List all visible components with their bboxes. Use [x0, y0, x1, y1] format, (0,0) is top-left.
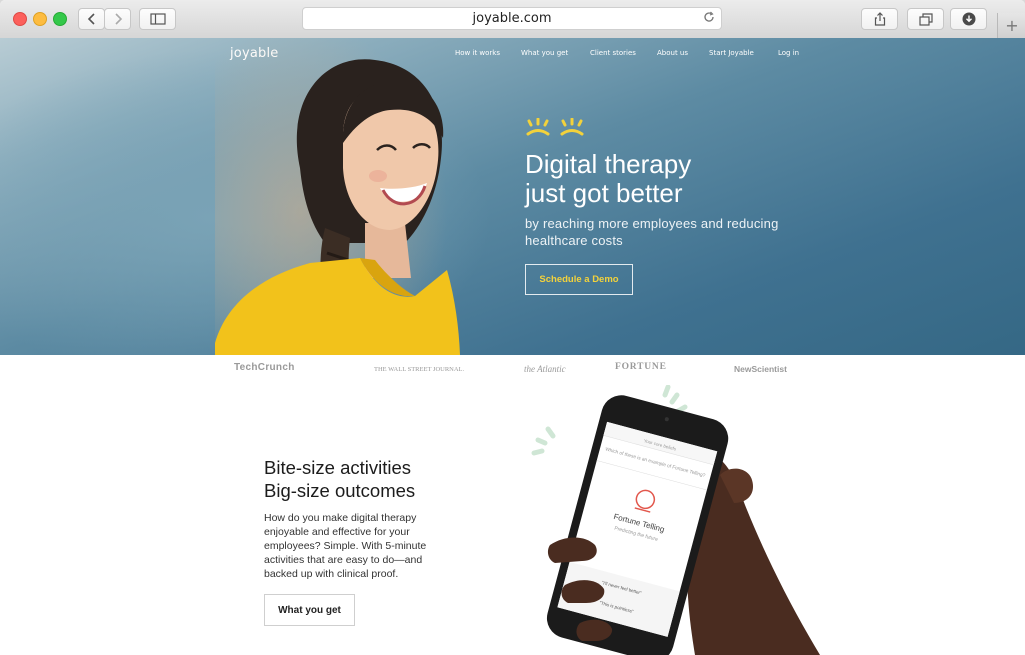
nav-about-us[interactable]: About us	[657, 49, 688, 57]
new-tab-button[interactable]: +	[997, 13, 1025, 38]
feature-title-line-1: Bite-size activities	[264, 457, 412, 478]
share-button[interactable]	[861, 8, 898, 30]
press-logo-fortune: FORTUNE	[615, 362, 667, 372]
hero-title: Digital therapy just got better	[525, 150, 691, 208]
hero-title-line-1: Digital therapy	[525, 149, 692, 179]
hero-subtitle: by reaching more employees and reducing …	[525, 215, 779, 249]
nav-start-joyable[interactable]: Start Joyable	[709, 49, 754, 57]
nav-what-you-get[interactable]: What you get	[521, 49, 568, 57]
nav-log-in[interactable]: Log in	[778, 49, 799, 57]
sidebar-icon	[149, 13, 166, 25]
feature-description-line: backed up with clinical proof.	[264, 568, 399, 580]
back-button[interactable]	[78, 8, 105, 30]
press-logo-newscientist: NewScientist	[734, 364, 787, 374]
reload-icon[interactable]	[703, 11, 715, 27]
share-icon	[874, 12, 885, 26]
schedule-demo-button[interactable]: Schedule a Demo	[525, 264, 633, 295]
feature-description-line: activities that are easy to do—and	[264, 554, 423, 566]
hero-title-line-2: just got better	[525, 178, 683, 208]
press-logo-the-atlantic: the Atlantic	[524, 364, 566, 374]
feature-title-line-2: Big-size outcomes	[264, 480, 416, 501]
tabs-icon	[918, 12, 933, 26]
hero-section: joyable How it works What you get Client…	[0, 38, 1025, 355]
sidebar-toggle-button[interactable]	[139, 8, 176, 30]
browser-toolbar: joyable.com +	[0, 0, 1025, 39]
phone-app-illustration: Your core beliefs Which of these is an e…	[531, 385, 820, 655]
zoom-window-button[interactable]	[53, 12, 67, 26]
press-logo-wsj: THE WALL STREET JOURNAL.	[374, 366, 465, 373]
minimize-window-button[interactable]	[33, 12, 47, 26]
hero-subtitle-line-2: healthcare costs	[525, 233, 623, 248]
feature-title: Bite-size activities Big-size outcomes	[264, 456, 415, 502]
feature-description-line: employees? Simple. With 5-minute	[264, 540, 427, 552]
feature-description: How do you make digital therapy enjoyabl…	[264, 511, 454, 581]
download-icon	[962, 12, 975, 26]
plus-icon: +	[1005, 16, 1019, 35]
url-text: joyable.com	[472, 11, 552, 26]
hero-subtitle-line-1: by reaching more employees and reducing	[525, 216, 779, 231]
nav-how-it-works[interactable]: How it works	[455, 49, 500, 57]
what-you-get-button[interactable]: What you get	[264, 594, 355, 626]
chevron-right-icon	[114, 13, 122, 25]
address-bar[interactable]: joyable.com	[302, 7, 722, 30]
smiley-logo-icon	[526, 118, 584, 136]
feature-description-line: enjoyable and effective for your	[264, 526, 410, 538]
press-logo-techcrunch: TechCrunch	[234, 362, 295, 373]
chevron-left-icon	[87, 13, 95, 25]
nav-client-stories[interactable]: Client stories	[590, 49, 636, 57]
tabs-overview-button[interactable]	[907, 8, 944, 30]
forward-button[interactable]	[104, 8, 131, 30]
feature-description-line: How do you make digital therapy	[264, 512, 417, 524]
close-window-button[interactable]	[13, 12, 27, 26]
downloads-button[interactable]	[950, 8, 987, 30]
hero-photo-woman	[215, 38, 460, 355]
browser-window: joyable.com + joyable How it works What …	[0, 0, 1025, 655]
